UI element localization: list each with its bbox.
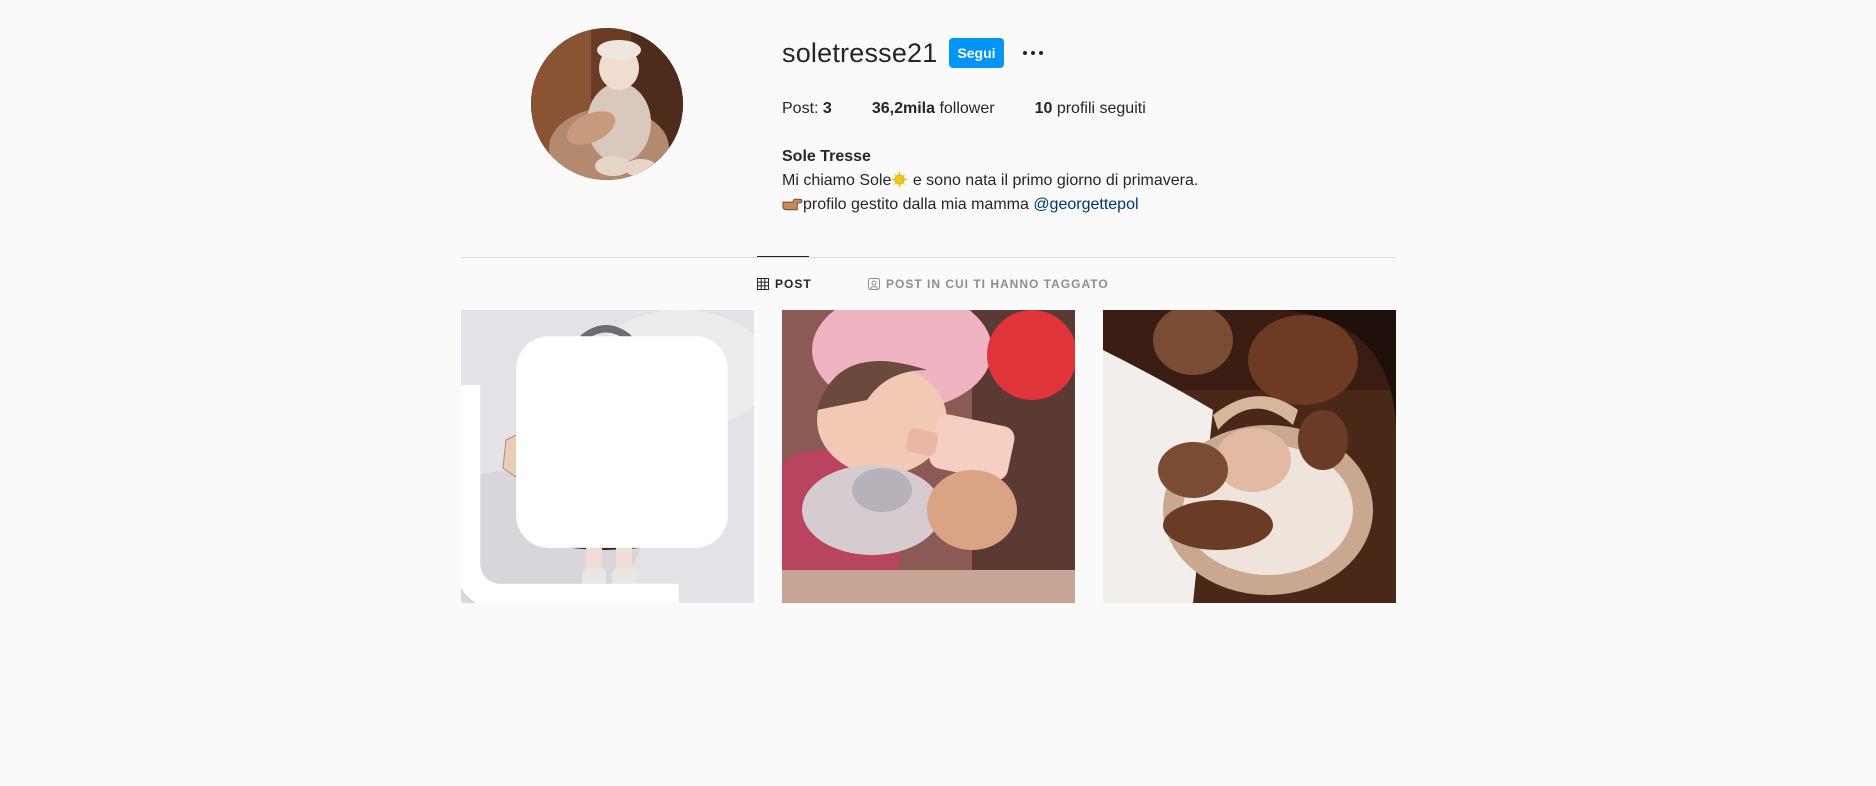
post-thumbnail[interactable] xyxy=(461,310,754,603)
profile-bio: Sole Tresse Mi chiamo Sole e sono nata i… xyxy=(782,145,1198,217)
bio-line-1: Mi chiamo Sole e sono nata il primo gior… xyxy=(782,169,1198,193)
bio-line-2: profilo gestito dalla mia mamma @georget… xyxy=(782,193,1198,217)
posts-label: Post: xyxy=(782,100,819,117)
profile-full-name: Sole Tresse xyxy=(782,148,871,165)
bio-mention-link[interactable]: @georgettepol xyxy=(1033,196,1138,213)
tagged-icon xyxy=(868,278,880,290)
following-stat[interactable]: 10 profili seguiti xyxy=(1035,100,1146,118)
following-count: 10 xyxy=(1034,100,1053,117)
more-options-icon[interactable] xyxy=(1020,40,1046,66)
tab-posts-label: POST xyxy=(775,277,812,291)
bio-line-1-start: Mi chiamo Sole xyxy=(782,172,892,189)
dot xyxy=(1031,51,1035,55)
bio-line-1-end: e sono nata il primo giorno di primavera… xyxy=(908,172,1199,189)
posts-stat: Post: 3 xyxy=(782,100,832,118)
followers-count: 36,2mila xyxy=(871,100,935,117)
following-label: profili seguiti xyxy=(1056,100,1146,117)
followers-stat[interactable]: 36,2mila follower xyxy=(872,100,995,118)
tab-tagged-label: POST IN CUI TI HANNO TAGGATO xyxy=(886,277,1109,291)
post-thumbnail[interactable] xyxy=(1103,310,1396,603)
post-thumbnail[interactable] xyxy=(782,310,1075,603)
follow-button[interactable]: Segui xyxy=(949,38,1004,68)
profile-avatar[interactable] xyxy=(531,28,683,180)
post-image xyxy=(1103,310,1396,603)
profile-stats: Post: 3 36,2mila follower 10 profili seg… xyxy=(782,100,1186,118)
dot xyxy=(1023,51,1027,55)
pointing-hand-emoji-icon xyxy=(782,198,803,211)
grid-icon xyxy=(757,278,769,290)
bio-line-2-text: profilo gestito dalla mia mamma xyxy=(803,196,1034,213)
avatar-image xyxy=(531,28,683,180)
post-image xyxy=(782,310,1075,603)
dot xyxy=(1039,51,1043,55)
active-tab-indicator xyxy=(757,256,809,257)
sun-emoji-icon xyxy=(891,171,909,188)
tabs-divider xyxy=(461,257,1396,258)
multi-post-icon xyxy=(461,336,728,603)
posts-count: 3 xyxy=(822,100,832,117)
profile-page: soletresse21 Segui Post: 3 36,2mila foll… xyxy=(0,0,1876,786)
tab-posts[interactable]: POST xyxy=(757,277,812,291)
followers-label: follower xyxy=(939,100,995,117)
tab-tagged[interactable]: POST IN CUI TI HANNO TAGGATO xyxy=(868,277,1109,291)
profile-username: soletresse21 xyxy=(782,38,938,68)
